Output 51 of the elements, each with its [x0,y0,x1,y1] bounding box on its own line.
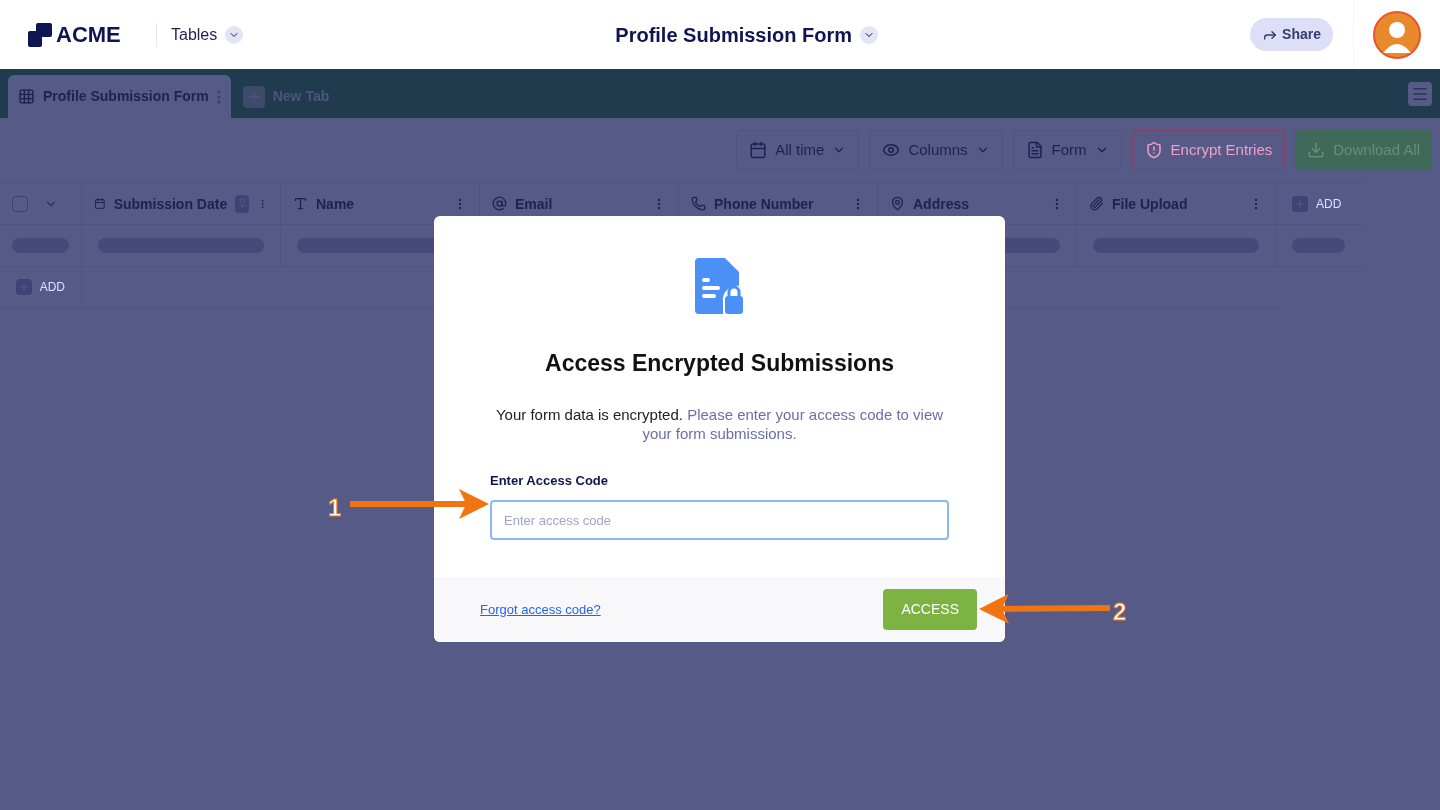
step-number: 2 [1113,597,1127,627]
logo-text: ACME [56,21,121,49]
step-number: 1 [328,493,342,523]
access-button[interactable]: ACCESS [883,589,977,630]
column-title: File Upload [1112,196,1189,211]
column-title: Phone Number [714,196,815,211]
column-header[interactable]: File Upload [1077,183,1276,224]
field-label: Enter Access Code [490,471,609,490]
menu-icon[interactable] [1408,82,1432,106]
chevron-icon [860,25,878,44]
logo-icon [28,22,52,47]
download-icon [1307,141,1326,159]
plus-icon [242,85,265,108]
form-button[interactable]: Form [1012,130,1122,170]
chevron-icon [225,25,244,44]
date-button[interactable]: All time [736,130,860,170]
encrypt-icon [1144,141,1163,159]
address-icon [890,196,905,211]
add-column-button[interactable]: ADD [1276,183,1361,224]
forgot-code-link[interactable]: Forgot access code? [480,599,601,620]
table-icon [18,88,35,105]
column-title: Name [316,196,356,211]
access-code-field[interactable]: Enter access code [490,500,949,540]
text-icon [293,196,308,211]
columns-icon [882,141,901,159]
column-header[interactable]: Submission Date [82,183,281,224]
share-button[interactable]: Share [1250,18,1333,51]
plus-icon [16,279,32,295]
app-menu[interactable]: Tables [171,22,244,47]
form-title[interactable]: Profile Submission Form [615,19,878,50]
add-row-button[interactable]: ADD [0,267,82,307]
dialog-message: Your form data is encrypted. Please enter your access code to view your form submissions. [494,404,945,443]
column-title: Address [913,196,971,211]
dialog-title: Access Encrypted Submissions [545,349,894,378]
form-icon [1025,141,1044,159]
plus-icon [1292,195,1308,212]
select-all-checkbox[interactable] [12,195,28,212]
encrypt-button[interactable]: Encrypt Entries [1131,130,1286,170]
date-icon [749,141,768,159]
tab[interactable]: Profile Submission Form [8,75,231,118]
columns-button[interactable]: Columns [869,130,1003,170]
locked-document-icon [694,258,745,316]
column-title: Submission Date [113,196,228,211]
file-icon [1089,196,1104,211]
column-title: Email [515,196,554,211]
pin-icon[interactable] [235,194,250,213]
more-icon[interactable] [216,89,221,104]
phone-icon [691,196,706,211]
date-icon [94,196,106,211]
email-icon [492,196,507,211]
avatar[interactable] [1373,10,1421,59]
